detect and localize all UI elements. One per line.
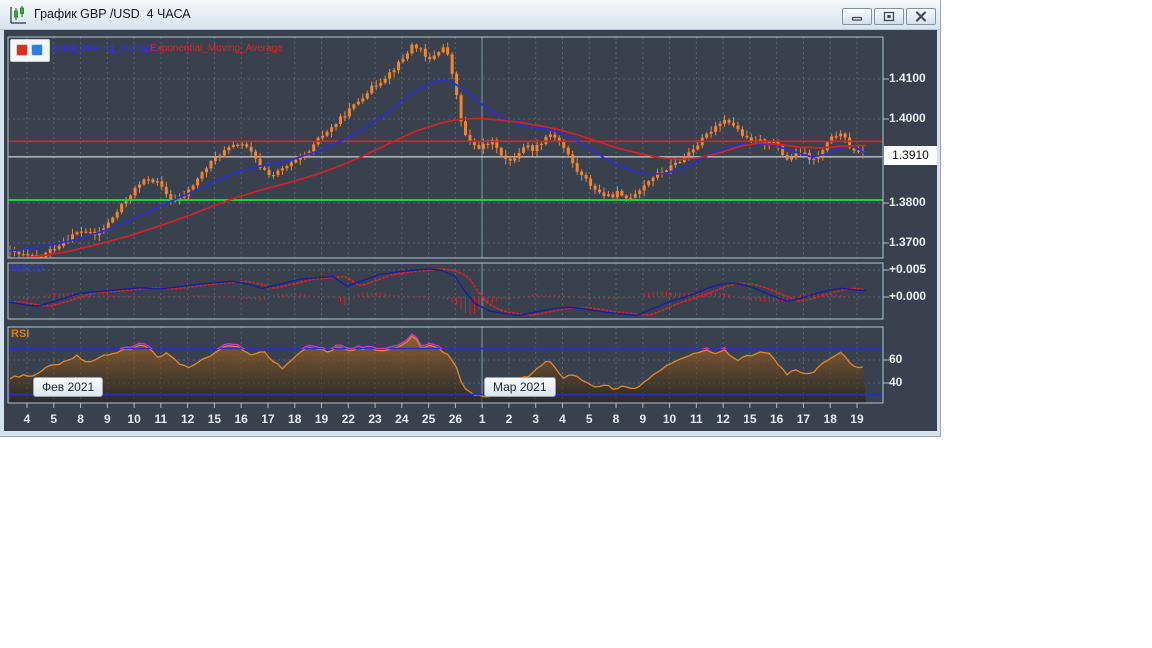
indicator-buttons [10, 39, 50, 62]
ema-slow-legend-label: Exponential_Moving_Average [150, 43, 283, 54]
maximize-button[interactable] [874, 8, 904, 25]
current-price-tag: 1.3910 [884, 146, 937, 165]
price-chart[interactable] [0, 0, 941, 437]
main-panel [8, 42, 883, 258]
ma-slow-swatch-button[interactable] [31, 44, 43, 56]
rsi-panel-label: RSI [11, 328, 30, 340]
main-panel-border [7, 36, 884, 259]
ma-fast-swatch-button[interactable] [16, 44, 28, 56]
minimize-button[interactable] [842, 8, 872, 25]
ema-slow-line [13, 117, 867, 258]
rsi-panel [8, 335, 883, 403]
close-icon [915, 11, 927, 22]
macd-panel [8, 268, 867, 317]
chart-window: График GBP /USD 4 ЧАСА ential_Moving_Ave… [0, 0, 941, 437]
window-title: График GBP /USD 4 ЧАСА [34, 7, 191, 21]
macd-panel-label: MACD [11, 263, 44, 275]
candlestick-chart-icon [10, 6, 26, 24]
ema-fast-line [8, 78, 867, 253]
minimize-icon [851, 16, 863, 21]
month-badge-mar: Мар 2021 [484, 377, 556, 397]
macd-signal-line [9, 268, 864, 317]
month-badge-feb: Фев 2021 [33, 377, 104, 397]
macd-line [8, 268, 867, 317]
close-button[interactable] [906, 8, 936, 25]
ema-fast-legend-label: ential_Moving_Average [52, 43, 157, 54]
titlebar[interactable]: График GBP /USD 4 ЧАСА [0, 0, 940, 30]
maximize-icon [883, 11, 895, 22]
candles [8, 42, 865, 258]
